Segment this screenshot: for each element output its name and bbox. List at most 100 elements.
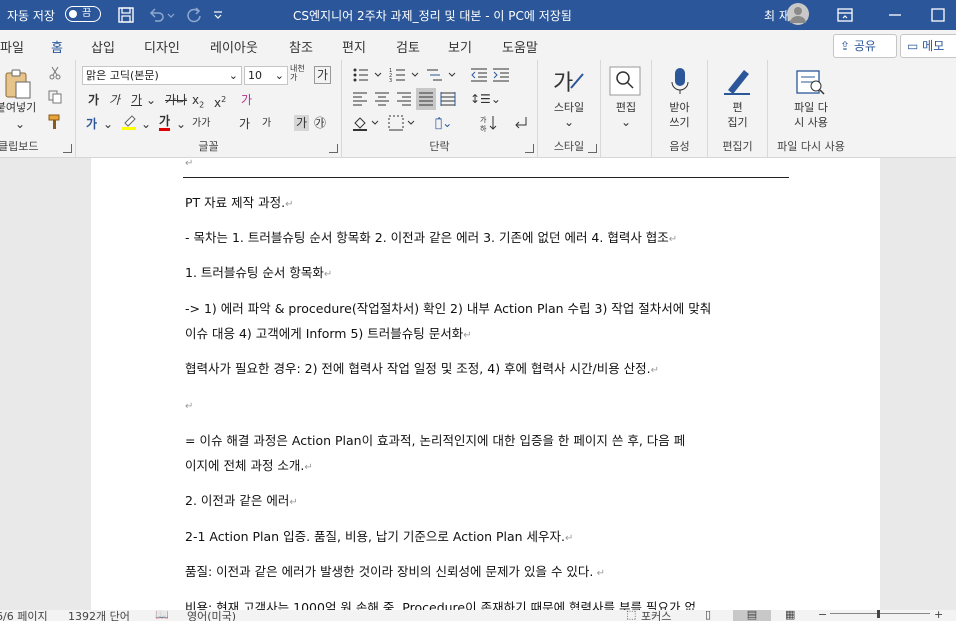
proofing-icon[interactable]: 📖	[155, 610, 169, 621]
font-color-dropdown-icon[interactable]: ⌄	[176, 116, 186, 132]
paste-button[interactable]: 붙여넣기	[0, 100, 42, 115]
clear-formatting-button[interactable]: 가	[241, 92, 252, 108]
shrink-font-button[interactable]: 가	[262, 116, 271, 132]
asian-layout-icon[interactable]: 가̂⌄	[435, 115, 452, 131]
doc-paragraph[interactable]: 이지에 전체 과정 소개.↵	[185, 453, 789, 480]
paste-icon[interactable]	[2, 68, 34, 100]
decrease-indent-icon[interactable]	[470, 67, 488, 83]
share-button[interactable]: ⇪ 공유	[833, 34, 897, 58]
reuse-files-button[interactable]: 파일 다 시 사용	[768, 100, 854, 130]
styles-launcher-icon[interactable]	[588, 144, 597, 153]
shading-icon[interactable]	[352, 115, 382, 131]
zoom-slider[interactable]	[830, 613, 930, 614]
paste-dropdown-icon[interactable]: ⌄	[15, 116, 25, 132]
strikethrough-button[interactable]: 가나	[165, 92, 187, 108]
zoom-slider-thumb[interactable]	[877, 610, 880, 618]
tab-mailings[interactable]: 편지	[342, 37, 366, 56]
borders-icon[interactable]	[388, 115, 418, 131]
user-avatar[interactable]	[787, 3, 809, 25]
word-count[interactable]: 1392개 단어	[68, 610, 130, 621]
enclose-characters-button[interactable]: ㉮	[314, 115, 326, 131]
doc-paragraph[interactable]: -> 1) 에러 파악 & procedure(작업절차서) 확인 2) 내부 …	[185, 296, 789, 321]
find-icon[interactable]	[609, 66, 641, 96]
numbering-icon[interactable]: 123	[389, 67, 423, 83]
bullets-icon[interactable]	[352, 67, 386, 83]
doc-paragraph[interactable]: - 목차는 1. 트러블슈팅 순서 항목화 2. 이전과 같은 에러 3. 기존…	[185, 225, 789, 252]
undo-icon[interactable]	[146, 5, 166, 25]
web-layout-icon[interactable]: ▦	[785, 610, 795, 621]
cut-icon[interactable]	[48, 66, 62, 80]
tab-insert[interactable]: 삽입	[91, 37, 115, 56]
zoom-in-icon[interactable]: +	[934, 610, 943, 621]
doc-paragraph[interactable]: 품질: 이전과 같은 에러가 발생한 것이라 장비의 신뢰성에 문제가 있을 수…	[185, 559, 789, 586]
redo-icon[interactable]	[184, 5, 204, 25]
tab-home[interactable]: 홈	[51, 37, 63, 62]
focus-icon[interactable]: ⬚	[626, 610, 636, 621]
page-count[interactable]: 6/6 페이지	[0, 610, 48, 621]
multilevel-list-icon[interactable]	[426, 67, 460, 83]
zoom-out-icon[interactable]: −	[818, 610, 827, 621]
doc-paragraph[interactable]: 1. 트러블슈팅 순서 항목화↵	[185, 260, 789, 287]
styles-dropdown-icon[interactable]: ⌄	[564, 114, 574, 130]
italic-button[interactable]: 가	[109, 92, 120, 108]
text-effects-button[interactable]: 가	[86, 116, 97, 132]
highlighter-icon[interactable]	[121, 113, 137, 131]
tab-design[interactable]: 디자인	[144, 37, 180, 56]
format-painter-icon[interactable]	[47, 114, 63, 130]
font-name-select[interactable]: 맑은 고딕(본문) ⌄	[82, 66, 242, 85]
doc-paragraph[interactable]: ↵	[185, 392, 789, 419]
subscript-button[interactable]: x2	[192, 92, 204, 113]
undo-dropdown-icon[interactable]	[166, 5, 176, 25]
font-color-button[interactable]: 가	[159, 114, 171, 131]
restore-icon[interactable]	[928, 5, 948, 25]
styles-icon[interactable]: 가	[553, 68, 585, 96]
doc-paragraph[interactable]: 2. 이전과 같은 에러↵	[185, 488, 789, 515]
doc-paragraph[interactable]: 2-1 Action Plan 입증. 품질, 비용, 납기 기준으로 Acti…	[185, 524, 789, 551]
minimize-icon[interactable]	[885, 5, 905, 25]
reuse-files-icon[interactable]	[796, 68, 826, 96]
justify-icon[interactable]	[416, 88, 436, 110]
increase-indent-icon[interactable]	[492, 67, 510, 83]
doc-paragraph[interactable]: PT 자료 제작 과정.↵	[185, 190, 789, 217]
distributed-icon[interactable]	[440, 91, 456, 107]
dictate-button[interactable]: 받아 쓰기	[652, 100, 707, 130]
font-size-select[interactable]: 10 ⌄	[244, 66, 288, 85]
enclose-char-button[interactable]: 가	[314, 66, 332, 84]
copy-icon[interactable]	[48, 90, 62, 104]
show-marks-icon[interactable]	[512, 115, 530, 131]
phonetic-guide-icon[interactable]: 내천 가	[290, 64, 305, 82]
customize-toolbar-icon[interactable]	[212, 5, 224, 25]
read-mode-icon[interactable]: ▯	[705, 610, 711, 621]
print-layout-icon[interactable]: ▤	[733, 610, 771, 621]
line-spacing-icon[interactable]: ↕☰⌄	[470, 91, 501, 107]
sort-icon[interactable]: 가하	[480, 114, 498, 132]
editing-button[interactable]: 편집	[601, 100, 651, 115]
superscript-button[interactable]: x2	[214, 92, 226, 111]
doc-paragraph[interactable]: = 이슈 해결 과정은 Action Plan이 효과적, 논리적인지에 대한 …	[185, 428, 789, 453]
clipboard-launcher-icon[interactable]	[63, 144, 72, 153]
grow-font-button[interactable]: 가	[239, 116, 250, 132]
editing-dropdown-icon[interactable]: ⌄	[621, 114, 631, 130]
editor-pen-icon[interactable]	[722, 66, 752, 96]
save-icon[interactable]	[116, 5, 136, 25]
comments-button[interactable]: ▭ 메모	[900, 34, 956, 58]
paragraph-launcher-icon[interactable]	[525, 144, 534, 153]
doc-paragraph[interactable]: 이슈 대응 4) 고객에게 Inform 5) 트러블슈팅 문서화↵	[185, 321, 789, 348]
styles-button[interactable]: 스타일	[538, 100, 600, 115]
tab-review[interactable]: 검토	[396, 37, 420, 56]
text-effects-dropdown-icon[interactable]: ⌄	[103, 116, 113, 132]
highlight-dropdown-icon[interactable]: ⌄	[141, 116, 151, 132]
align-center-icon[interactable]	[374, 91, 390, 107]
editor-button[interactable]: 편 집기	[708, 100, 767, 130]
bold-button[interactable]: 가	[88, 92, 99, 108]
language-indicator[interactable]: 영어(미국)	[187, 610, 236, 621]
tab-references[interactable]: 참조	[289, 37, 313, 56]
char-spacing-button[interactable]: 가가	[192, 116, 210, 132]
tab-help[interactable]: 도움말	[502, 37, 538, 56]
align-left-icon[interactable]	[352, 91, 368, 107]
align-right-icon[interactable]	[396, 91, 412, 107]
tab-layout[interactable]: 레이아웃	[210, 37, 258, 56]
tab-view[interactable]: 보기	[448, 37, 472, 56]
microphone-icon[interactable]	[670, 66, 690, 96]
focus-mode-button[interactable]: 포커스	[641, 610, 671, 621]
